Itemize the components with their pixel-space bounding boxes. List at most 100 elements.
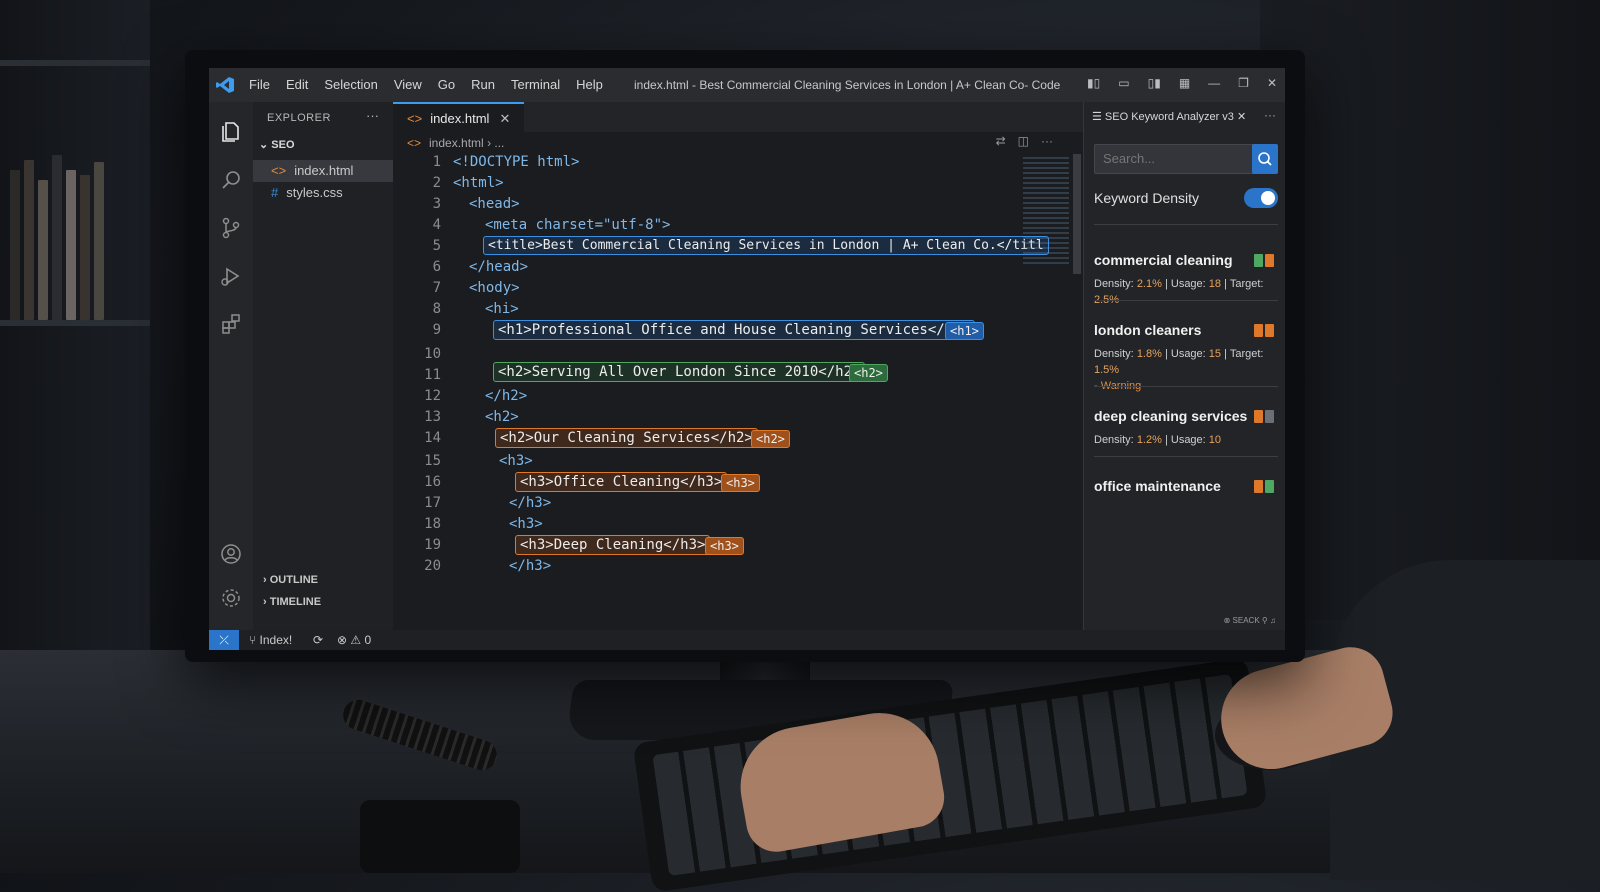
line-number: 13 [424,409,441,425]
keyword-item[interactable]: office maintenance [1094,478,1280,494]
usage-label: Usage: [1170,348,1206,360]
toggle-sidebar-icon[interactable]: ▮▯ [1087,76,1100,90]
window-title: index.html - Best Commercial Cleaning Se… [634,78,1061,92]
menu-view[interactable]: View [394,77,422,92]
breadcrumb-file[interactable]: index.html [429,136,484,150]
search-button[interactable] [1252,144,1278,174]
branch-status[interactable]: ⑂ Index! [249,633,292,647]
close-window-button[interactable]: ✕ [1267,76,1277,90]
explorer-files-icon[interactable] [219,120,243,144]
status-indicator [1265,410,1274,423]
toggle-panel-icon[interactable]: ▭ [1118,76,1129,90]
usage-value: 10 [1208,434,1222,446]
search-icon[interactable] [219,168,243,192]
menu-selection[interactable]: Selection [324,77,377,92]
file-index-html[interactable]: <> index.html [253,160,393,182]
customize-layout-icon[interactable]: ▦ [1179,76,1190,90]
menu-bar: File Edit Selection View Go Run Terminal… [249,77,603,92]
book [52,155,62,320]
status-bar: ⤫ ⑂ Index! ⟳ ⊗ ⚠ 0 [209,630,1285,650]
density-label: Density: [1094,434,1134,446]
account-icon[interactable] [219,542,243,566]
minimize-button[interactable]: — [1208,76,1220,90]
remote-icon[interactable]: ⤫ [209,630,239,650]
usage-value: 18 [1208,278,1222,290]
line-number: 2 [432,175,441,191]
scrollbar[interactable] [1073,154,1081,274]
code-line-8: <hi> [485,301,519,317]
close-tab-icon[interactable]: ✕ [499,111,510,126]
code-line-12: </h2> [485,388,528,404]
keyword-item[interactable]: london cleaners Density: 1.8% | Usage: 1… [1094,322,1280,394]
menu-terminal[interactable]: Terminal [511,77,560,92]
code-line-3: <head> [469,196,520,212]
code-line-4: <meta charset="utf-8"> [485,217,671,233]
panel-more-button[interactable]: ··· [1264,108,1276,122]
editor-area: <> index.html ✕ <> index.html › ... ⇄ ◫ ···… [393,102,1083,630]
keyword-name: office maintenance [1094,478,1221,494]
menu-file[interactable]: File [249,77,270,92]
pin-icon[interactable]: ⚲ [1262,616,1268,625]
shelf-board [0,60,150,66]
sync-icon[interactable]: ⟳ [313,633,323,647]
code-line-1: <!DOCTYPE html> [453,154,580,170]
density-label: Density: [1094,348,1134,360]
code-line-7: <hody> [469,280,520,296]
search-icon [1258,152,1272,166]
target-label: Target: [1229,348,1264,360]
line-number: 3 [432,196,441,212]
keyword-density-toggle[interactable] [1244,188,1278,208]
compare-icon[interactable]: ⇄ [996,134,1006,148]
close-panel-icon[interactable]: ✕ [1234,111,1246,123]
outline-section[interactable]: › OUTLINE [263,574,318,586]
tab-index-html[interactable]: <> index.html ✕ [393,102,525,132]
book [94,162,104,320]
folder-seo[interactable]: ⌄ SEO [259,138,295,151]
split-editor-icon[interactable]: ◫ [1018,134,1029,148]
bell-icon[interactable]: ♫ [1270,616,1276,625]
menu-edit[interactable]: Edit [286,77,308,92]
line-number: 12 [424,388,441,404]
h2-badge: <h2> [751,430,790,448]
menu-run[interactable]: Run [471,77,495,92]
timeline-section[interactable]: › TIMELINE [263,596,321,608]
status-indicator [1254,254,1263,267]
menu-lines-icon: ☰ [1092,111,1105,123]
vscode-logo-icon [215,76,235,94]
run-debug-icon[interactable] [219,264,243,288]
tab-label: index.html [430,111,490,126]
more-actions-icon[interactable]: ··· [1041,134,1053,148]
settings-gear-icon[interactable] [219,586,243,610]
keyword-stats: Density: 1.2% | Usage: 10 [1094,434,1222,446]
h2-services-highlight: <h2>Our Cleaning Services</h2> [495,428,758,448]
explorer-more-button[interactable]: ··· [366,108,379,123]
source-control-icon[interactable] [219,216,243,240]
editor-toolbar: ⇄ ◫ ··· [996,134,1053,148]
line-number: 14 [424,430,441,446]
breadcrumb-rest[interactable]: › ... [487,136,504,150]
extensions-icon[interactable] [219,312,243,336]
books [10,150,130,320]
panel-status: ⊗ SEACK ⚲ ♫ [1084,616,1285,630]
book [24,160,34,320]
menu-help[interactable]: Help [576,77,603,92]
line-number: 17 [424,495,441,511]
divider [1094,456,1278,457]
toggle-secondary-sidebar-icon[interactable]: ▯▮ [1148,76,1161,90]
menu-go[interactable]: Go [438,77,455,92]
minimap[interactable] [1023,154,1069,264]
search-input[interactable] [1095,145,1261,172]
bookshelf-right [1260,0,1600,620]
line-number: 8 [432,301,441,317]
panel-tab[interactable]: ☰ SEO Keyword Analyzer v3 ✕ [1092,110,1246,123]
h3-badge: <h3> [705,537,744,555]
book [10,170,20,320]
keyword-item[interactable]: deep cleaning services Density: 1.2% | U… [1094,408,1280,448]
keyword-stats: Density: 2.1% | Usage: 18 | Target: 2.5% [1094,278,1264,306]
status-indicator [1265,480,1274,493]
file-styles-css[interactable]: # styles.css [253,182,393,204]
problems-status[interactable]: ⊗ ⚠ 0 [337,633,371,647]
maximize-button[interactable]: ❐ [1238,76,1249,90]
line-number: 5 [432,238,441,254]
divider [1094,386,1278,387]
